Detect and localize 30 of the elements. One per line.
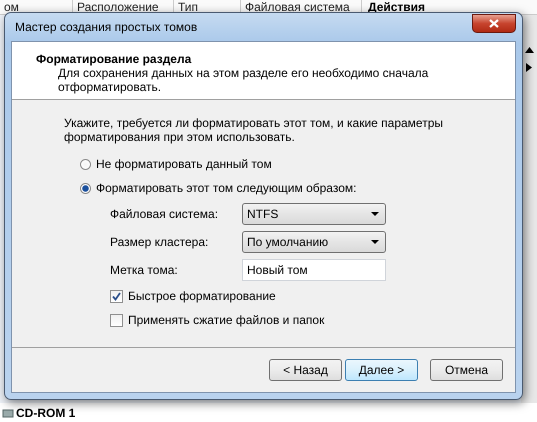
- radio-button[interactable]: [80, 182, 91, 194]
- wizard-button[interactable]: Далее >: [345, 359, 418, 381]
- dropdown-arrow-icon: [371, 212, 379, 216]
- wizard-button[interactable]: < Назад: [269, 359, 342, 381]
- scroll-up-icon[interactable]: [524, 47, 534, 53]
- radio-label[interactable]: Не форматировать данный том: [96, 157, 272, 171]
- instructions-text: Укажите, требуется ли форматировать этот том, и какие параметры форматирования при этом использовать.: [64, 116, 444, 144]
- field-label: Метка тома:: [110, 263, 179, 277]
- drive-icon: [2, 407, 14, 419]
- checkbox-label[interactable]: Быстрое форматирование: [128, 289, 276, 303]
- dropdown[interactable]: NTFS: [242, 203, 386, 225]
- close-button[interactable]: [472, 14, 516, 32]
- dropdown[interactable]: По умолчанию: [242, 231, 386, 253]
- page-subtitle: Для сохранения данных на этом разделе его необходимо сначала отформатировать.: [57, 66, 430, 94]
- radio-label[interactable]: Форматировать этот том следующим образом:: [96, 181, 356, 195]
- checkbox[interactable]: [110, 290, 123, 302]
- window-title: Мастер создания простых томов: [14, 20, 198, 34]
- input-field[interactable]: Новый том: [242, 259, 386, 281]
- close-icon: [489, 18, 499, 28]
- field-label: Файловая система:: [110, 207, 220, 221]
- disk-label: CD-ROM 1: [16, 406, 76, 420]
- checkbox-label[interactable]: Применять сжатие файлов и папок: [128, 313, 324, 327]
- dropdown-arrow-icon: [371, 240, 379, 244]
- page-title: Форматирование раздела: [36, 52, 192, 66]
- actions-title: Действия: [367, 0, 426, 14]
- radio-button[interactable]: [80, 158, 91, 170]
- right-arrow-icon[interactable]: [526, 63, 532, 72]
- checkbox[interactable]: [110, 314, 123, 326]
- field-label: Размер кластера:: [110, 235, 210, 249]
- wizard-button[interactable]: Отмена: [430, 359, 503, 381]
